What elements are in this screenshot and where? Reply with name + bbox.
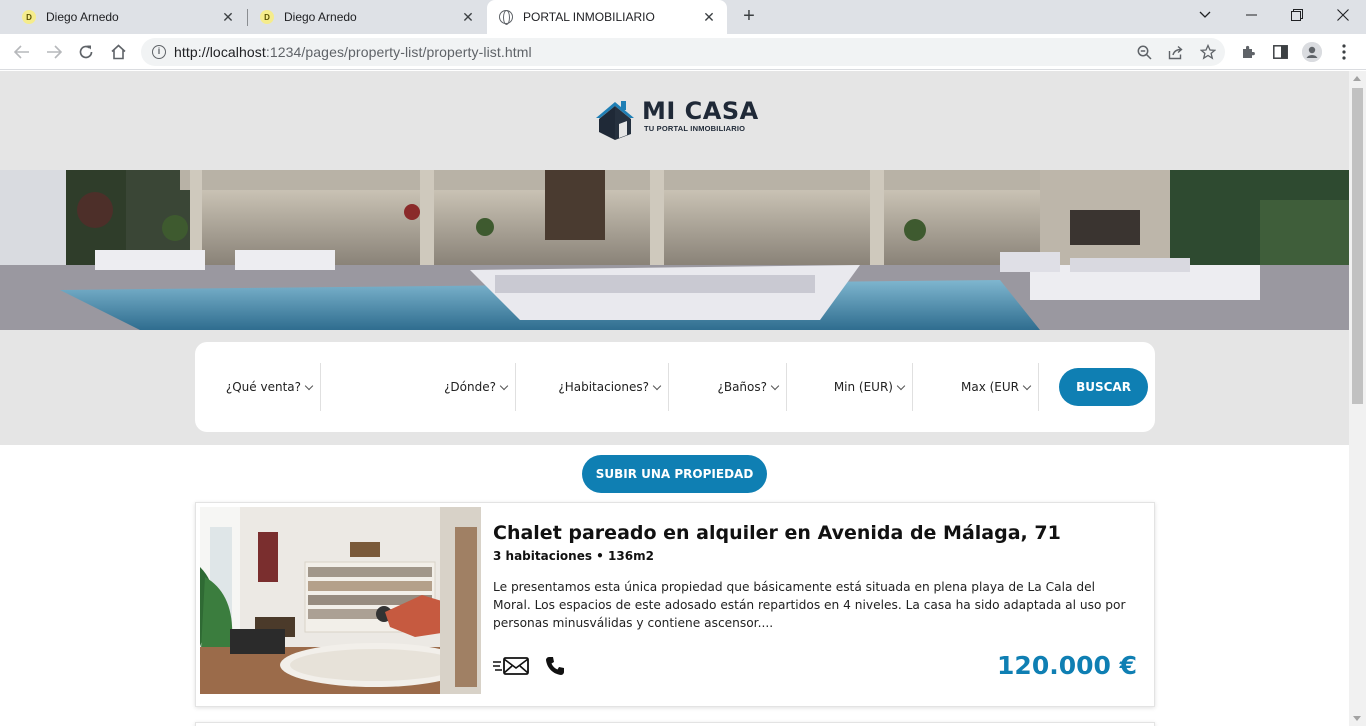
bookmark-star-icon[interactable]	[1199, 43, 1217, 61]
browser-toolbar: i http://localhost:1234/pages/property-l…	[0, 34, 1366, 70]
back-button[interactable]	[10, 40, 34, 64]
logo-subtitle: TU PORTAL INMOBILIARIO	[644, 124, 746, 133]
logo-title: MI CASA	[642, 97, 759, 125]
globe-icon	[499, 10, 513, 25]
site-info-icon[interactable]: i	[152, 45, 166, 59]
chevron-down-icon	[304, 381, 314, 390]
address-bar[interactable]: i http://localhost:1234/pages/property-l…	[141, 38, 1225, 66]
close-tab-icon[interactable]: ✕	[701, 9, 717, 25]
tab-search-icon[interactable]	[1182, 0, 1228, 30]
page-scrollbar[interactable]	[1349, 71, 1366, 726]
chevron-down-icon	[499, 381, 509, 390]
max-price-select[interactable]: Max (EUR	[913, 363, 1039, 411]
property-photo[interactable]	[200, 507, 481, 694]
chevron-down-icon	[652, 381, 662, 390]
close-tab-icon[interactable]: ✕	[460, 9, 476, 25]
property-meta: 3 habitaciones • 136m2	[493, 549, 654, 563]
minimize-button[interactable]	[1228, 0, 1274, 30]
tab-title: Diego Arnedo	[46, 10, 119, 24]
site-logo[interactable]: MI CASA TU PORTAL INMOBILIARIO	[594, 98, 759, 142]
zoom-icon[interactable]	[1135, 43, 1153, 61]
sale-type-select[interactable]: ¿Qué venta?	[210, 363, 321, 411]
property-title[interactable]: Chalet pareado en alquiler en Avenida de…	[493, 522, 1061, 544]
chevron-down-icon	[770, 381, 780, 390]
search-form: ¿Qué venta? ¿Dónde? ¿Habitaciones? ¿Baño…	[195, 342, 1155, 432]
house-logo-icon	[596, 101, 634, 140]
menu-kebab-icon[interactable]	[1334, 42, 1354, 62]
scroll-down-arrow-icon[interactable]	[1353, 716, 1361, 721]
bathrooms-select[interactable]: ¿Baños?	[669, 363, 787, 411]
chevron-down-icon	[1022, 381, 1032, 390]
contact-actions	[492, 655, 566, 682]
hero-banner-image	[0, 170, 1349, 330]
home-button[interactable]	[106, 40, 130, 64]
tab-favicon: D	[22, 10, 36, 24]
email-icon[interactable]	[492, 655, 530, 682]
close-window-button[interactable]	[1320, 0, 1366, 30]
property-card[interactable]	[195, 722, 1155, 726]
side-panel-icon[interactable]	[1270, 42, 1290, 62]
reload-button[interactable]	[74, 40, 98, 64]
extensions-icon[interactable]	[1238, 42, 1258, 62]
tab-title: Diego Arnedo	[284, 10, 357, 24]
search-button[interactable]: BUSCAR	[1059, 368, 1148, 406]
browser-tab[interactable]: D Diego Arnedo ✕	[8, 0, 246, 34]
property-description: Le presentamos esta única propiedad que …	[493, 580, 1126, 630]
forward-button[interactable]	[42, 40, 66, 64]
page-viewport: MI CASA TU PORTAL INMOBILIARIO ¿Qué vent…	[0, 71, 1349, 726]
property-card[interactable]: Chalet pareado en alquiler en Avenida de…	[195, 502, 1155, 707]
new-tab-button[interactable]: +	[738, 5, 760, 27]
min-price-select[interactable]: Min (EUR)	[787, 363, 913, 411]
chevron-down-icon	[896, 381, 906, 390]
restore-button[interactable]	[1274, 0, 1320, 30]
share-icon[interactable]	[1167, 43, 1185, 61]
browser-tab-active[interactable]: PORTAL INMOBILIARIO ✕	[487, 0, 727, 34]
property-price: 120.000 €	[997, 651, 1137, 680]
site-header: MI CASA TU PORTAL INMOBILIARIO	[0, 71, 1349, 170]
profile-avatar-icon[interactable]	[1302, 42, 1322, 62]
url-text[interactable]: http://localhost:1234/pages/property-lis…	[174, 44, 532, 60]
rooms-select[interactable]: ¿Habitaciones?	[516, 363, 669, 411]
browser-tab-strip: D Diego Arnedo ✕ D Diego Arnedo ✕ PORTAL…	[0, 0, 1366, 34]
tab-favicon: D	[260, 10, 274, 24]
upload-property-button[interactable]: SUBIR UNA PROPIEDAD	[582, 455, 767, 493]
tab-title: PORTAL INMOBILIARIO	[523, 10, 655, 24]
close-tab-icon[interactable]: ✕	[220, 9, 236, 25]
scrollbar-thumb[interactable]	[1352, 88, 1363, 404]
search-section: ¿Qué venta? ¿Dónde? ¿Habitaciones? ¿Baño…	[0, 330, 1349, 445]
location-select[interactable]: ¿Dónde?	[321, 363, 516, 411]
scroll-up-arrow-icon[interactable]	[1353, 76, 1361, 81]
browser-tab[interactable]: D Diego Arnedo ✕	[248, 0, 486, 34]
phone-icon[interactable]	[544, 655, 566, 682]
